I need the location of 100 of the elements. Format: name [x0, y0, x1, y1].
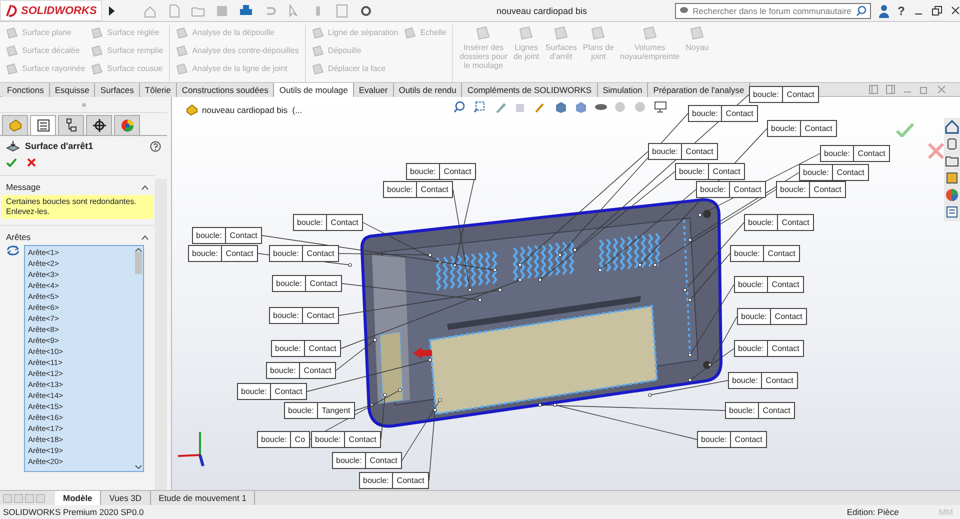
collapse-caret-icon[interactable] [141, 234, 149, 240]
scroll-down-icon[interactable] [134, 465, 142, 469]
checkmark-icon[interactable] [6, 158, 17, 167]
printer-icon[interactable] [239, 4, 254, 18]
panel-tab[interactable] [58, 115, 84, 135]
callout-label: boucle: [649, 144, 682, 159]
callout[interactable]: boucle: Co [257, 431, 310, 448]
scroll-up-icon[interactable] [134, 248, 142, 252]
command-tab[interactable]: Fonctions [2, 83, 50, 97]
magnifier-icon[interactable] [454, 101, 467, 113]
callout[interactable]: boucle: Contact [697, 431, 768, 448]
new-document-icon[interactable] [167, 4, 182, 18]
section-heading: Message [6, 182, 40, 192]
help-menu[interactable]: ? [898, 4, 905, 18]
callout[interactable]: boucle: Contact [675, 163, 746, 180]
callout-value: Contact [770, 280, 800, 289]
property-manager-title: Surface d'arrêt1 [25, 141, 94, 151]
callout-value: Contact [442, 167, 472, 176]
command-tab[interactable]: Surfaces [95, 83, 140, 97]
callout[interactable]: boucle: Contact [730, 245, 800, 262]
callout[interactable]: boucle: Contact [192, 227, 262, 244]
callout[interactable]: boucle: Contact [271, 340, 342, 357]
callout[interactable]: boucle: Contact [820, 145, 890, 162]
splitter-handle[interactable] [82, 102, 86, 106]
home-icon[interactable] [945, 120, 959, 134]
callout[interactable]: boucle: Contact [734, 340, 804, 357]
callout[interactable]: boucle: Contact [332, 452, 402, 469]
search-field[interactable]: Rechercher dans le forum communautaire [674, 2, 871, 18]
scrollbar[interactable] [155, 179, 167, 490]
callout-value: Contact [306, 311, 336, 320]
pencil-icon[interactable] [494, 101, 507, 113]
cube-icon[interactable] [574, 101, 587, 113]
callout[interactable]: boucle: Contact [383, 181, 454, 198]
callout[interactable]: boucle: Contact [648, 143, 718, 160]
callout[interactable]: boucle: Contact [734, 276, 804, 293]
property-list-icon [36, 118, 50, 133]
restore-icon[interactable] [932, 6, 942, 16]
callout[interactable]: boucle: Contact [799, 164, 870, 181]
callout-label: boucle: [273, 276, 306, 291]
command-tab[interactable]: Esquisse [50, 83, 96, 97]
callout[interactable]: boucle: Contact [737, 308, 808, 325]
callout[interactable]: boucle: Contact [266, 362, 336, 379]
command-tab[interactable]: Evaluer [354, 83, 394, 97]
callout[interactable]: boucle: Tangent [284, 402, 356, 419]
collapse-caret-icon[interactable] [141, 184, 149, 190]
loop-arrows-icon[interactable] [6, 245, 20, 256]
command-tab[interactable]: Préparation de l'analyse [648, 83, 750, 97]
panel-tab[interactable] [86, 115, 112, 135]
callout[interactable]: boucle: Contact [744, 214, 814, 231]
close-icon[interactable] [951, 6, 960, 15]
callout-label: boucle: [312, 432, 345, 447]
model-tab[interactable]: Modèle [55, 491, 102, 505]
search-icon[interactable] [856, 5, 867, 16]
callout[interactable]: boucle: Contact [406, 163, 476, 180]
scrollbar-thumb[interactable] [134, 252, 142, 274]
checkmark-icon[interactable] [896, 123, 914, 137]
command-tab[interactable]: Tôlerie [140, 83, 177, 97]
settings-icon[interactable] [359, 4, 374, 18]
part-icon[interactable] [186, 104, 198, 116]
callout[interactable]: boucle: Contact [728, 372, 798, 389]
callout[interactable]: boucle: Contact [696, 181, 766, 198]
crosshair-icon [92, 118, 106, 133]
callout-label: boucle: [407, 164, 440, 179]
callout[interactable]: boucle: Contact [237, 383, 308, 400]
folder-icon[interactable] [945, 154, 959, 168]
callout[interactable]: boucle: Contact [272, 275, 342, 292]
callout[interactable]: boucle: Contact [725, 402, 796, 419]
callout[interactable]: boucle: Contact [293, 214, 364, 231]
callout[interactable]: boucle: Contact [767, 120, 838, 137]
play-arrow-icon[interactable] [108, 6, 116, 16]
panel-right-icon[interactable] [886, 85, 895, 94]
cube-icon[interactable] [554, 101, 567, 113]
command-tab[interactable]: Constructions soudées [176, 83, 274, 97]
command-tab[interactable]: Outils de moulage [274, 83, 354, 97]
sheet-icon [176, 62, 188, 74]
callout[interactable]: boucle: Contact [269, 307, 340, 324]
panel-left-icon[interactable] [869, 85, 878, 94]
command-tab[interactable]: Compléments de SOLIDWORKS [462, 83, 598, 97]
color-wheel-icon[interactable] [945, 188, 959, 202]
sheet-icon [176, 44, 188, 56]
callout[interactable]: boucle: Contact [269, 245, 340, 262]
callout[interactable]: boucle: Contact [188, 245, 258, 262]
user-icon[interactable] [878, 4, 889, 18]
command-tab[interactable]: Simulation [598, 83, 648, 97]
command-tab[interactable]: Outils de rendu [394, 83, 462, 97]
callout[interactable]: boucle: Contact [688, 105, 758, 122]
callout-value: Contact [224, 249, 254, 258]
callout[interactable]: boucle: Contact [311, 431, 382, 448]
callout-label: boucle: [238, 384, 271, 399]
cylinder-icon[interactable] [945, 137, 959, 151]
callout[interactable]: boucle: Contact [776, 181, 846, 198]
monitor-icon[interactable] [654, 101, 667, 113]
panel-tab[interactable] [30, 115, 56, 135]
help-icon[interactable] [150, 140, 161, 152]
callout[interactable]: boucle: Contact [749, 86, 820, 103]
callout[interactable]: boucle: Contact [359, 472, 430, 489]
magnifier-icon[interactable] [474, 101, 487, 113]
sheet-icon [642, 25, 658, 41]
list-icon[interactable] [945, 205, 959, 219]
tree-item-label[interactable]: nouveau cardiopad bis (... [202, 105, 302, 115]
